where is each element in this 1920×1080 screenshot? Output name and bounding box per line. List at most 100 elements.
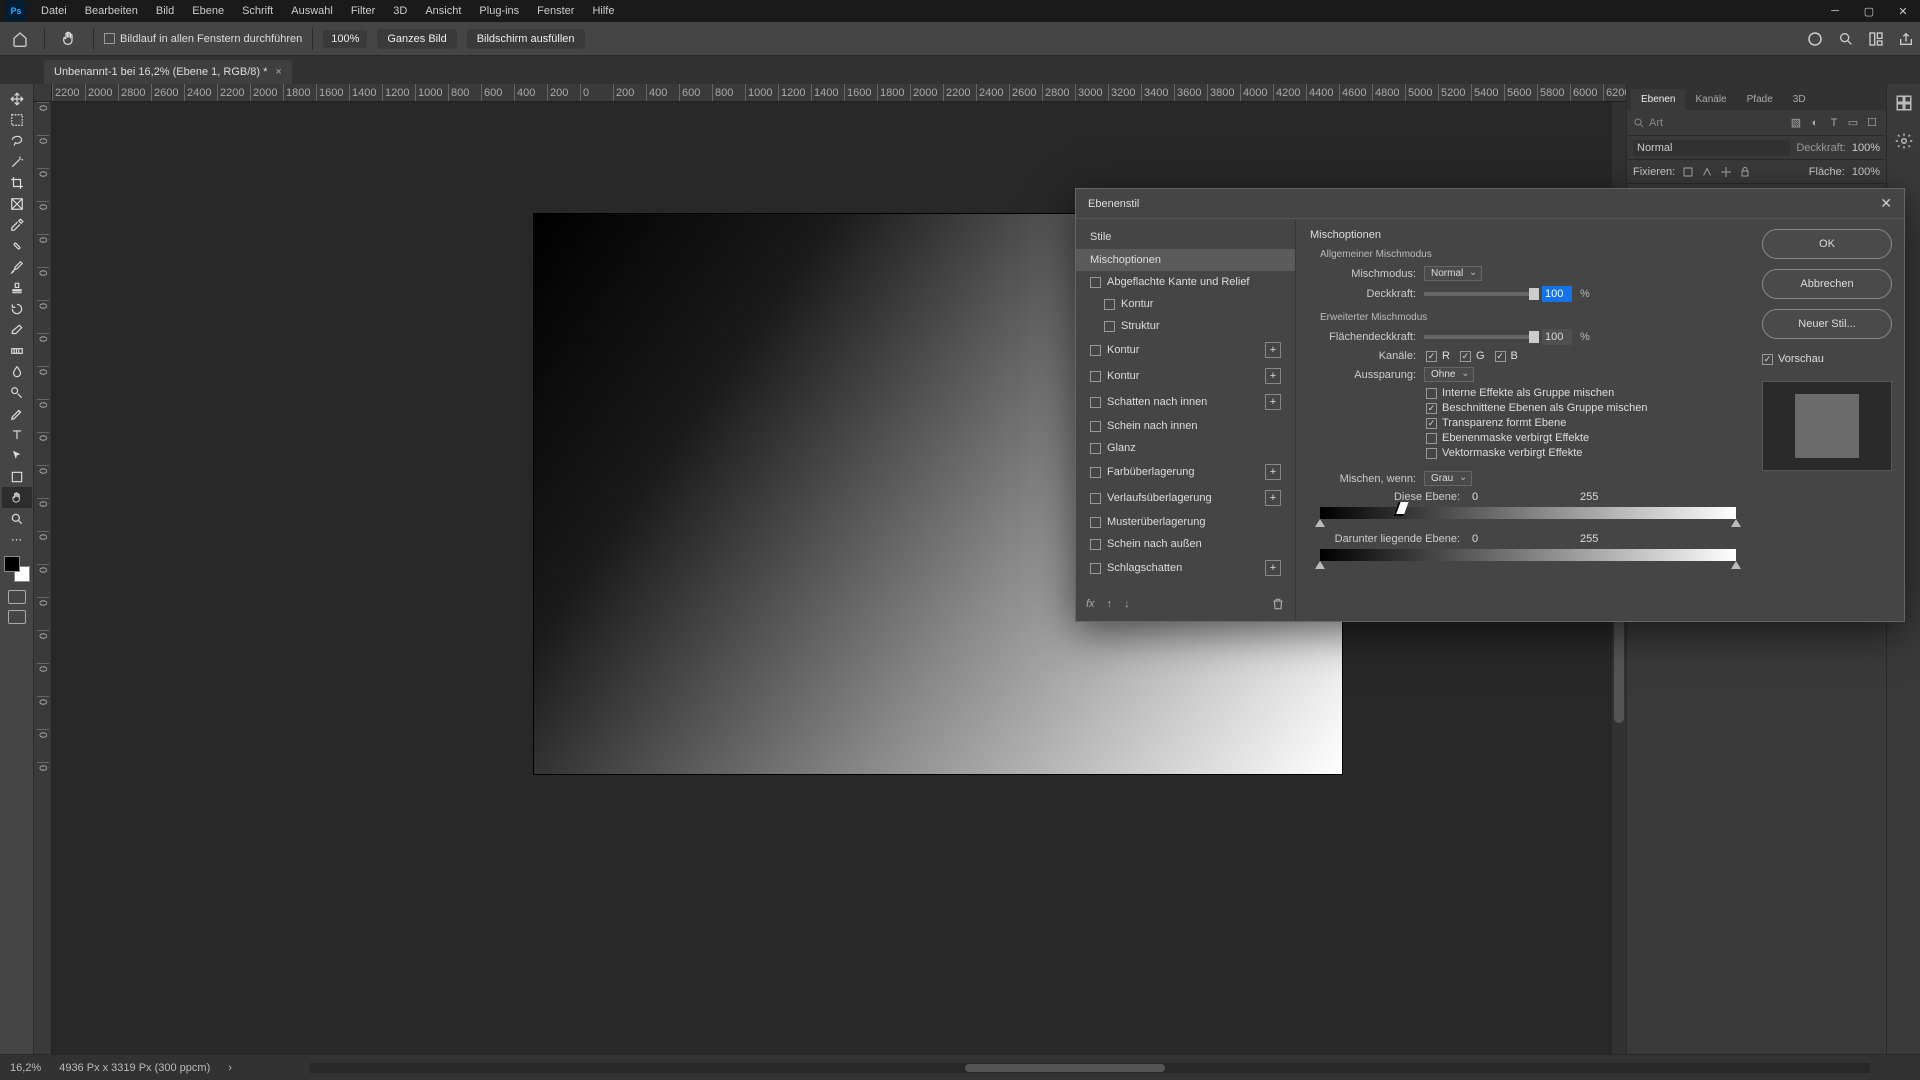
window-close-icon[interactable]: ✕	[1886, 0, 1920, 22]
style-item-struktur[interactable]: Struktur	[1076, 315, 1295, 337]
dialog-close-icon[interactable]: ✕	[1880, 195, 1892, 212]
share-icon[interactable]	[1898, 31, 1914, 47]
style-item-kontur2[interactable]: Kontur+	[1076, 337, 1295, 363]
style-item-gradoverlay[interactable]: Verlaufsüberlagerung+	[1076, 485, 1295, 511]
color-panel-icon[interactable]	[1893, 92, 1915, 114]
menu-bild[interactable]: Bild	[147, 1, 183, 21]
underlying-layer-slider[interactable]	[1320, 549, 1736, 561]
document-tab[interactable]: Unbenannt-1 bei 16,2% (Ebene 1, RGB/8) *…	[44, 60, 292, 84]
channel-b-checkbox[interactable]: B	[1495, 350, 1518, 362]
color-swatches[interactable]	[4, 556, 30, 582]
type-tool-icon[interactable]	[2, 424, 32, 445]
edit-toolbar-icon[interactable]: ⋯	[2, 529, 32, 550]
menu-ansicht[interactable]: Ansicht	[416, 1, 470, 21]
fx-icon[interactable]: fx	[1086, 598, 1095, 610]
ruler-vertical[interactable]: 000000000000000000000	[34, 102, 52, 1054]
style-item-dropshadow[interactable]: Schlagschatten+	[1076, 555, 1295, 581]
lock-transparent-icon[interactable]	[1682, 166, 1694, 178]
style-item-bevel[interactable]: Abgeflachte Kante und Relief	[1076, 271, 1295, 293]
hand-tool-icon[interactable]	[2, 487, 32, 508]
lasso-tool-icon[interactable]	[2, 130, 32, 151]
ruler-horizontal[interactable]: 2200200028002600240022002000180016001400…	[52, 84, 1626, 102]
scroll-all-windows-checkbox[interactable]: Bildlauf in allen Fenstern durchführen	[104, 33, 302, 45]
ok-button[interactable]: OK	[1762, 229, 1892, 259]
dodge-tool-icon[interactable]	[2, 382, 32, 403]
transparency-shapes-checkbox[interactable]: Transparenz formt Ebene	[1426, 417, 1736, 429]
channel-r-checkbox[interactable]: R	[1426, 350, 1450, 362]
brush-tool-icon[interactable]	[2, 256, 32, 277]
fill-screen-button[interactable]: Bildschirm ausfüllen	[467, 29, 585, 49]
marquee-tool-icon[interactable]	[2, 109, 32, 130]
style-item-kontur1[interactable]: Kontur	[1076, 293, 1295, 315]
shape-tool-icon[interactable]	[2, 466, 32, 487]
move-tool-icon[interactable]	[2, 88, 32, 109]
add-effect-icon[interactable]: +	[1265, 368, 1281, 384]
crop-tool-icon[interactable]	[2, 172, 32, 193]
eyedropper-tool-icon[interactable]	[2, 214, 32, 235]
ruler-origin[interactable]	[34, 84, 52, 102]
home-icon[interactable]	[6, 25, 34, 53]
search-icon[interactable]	[1838, 31, 1854, 47]
style-item-outerglow[interactable]: Schein nach außen	[1076, 533, 1295, 555]
style-item-innerglow[interactable]: Schein nach innen	[1076, 415, 1295, 437]
menu-schrift[interactable]: Schrift	[233, 1, 282, 21]
workspace-icon[interactable]	[1868, 31, 1884, 47]
menu-fenster[interactable]: Fenster	[528, 1, 583, 21]
tab-ebenen[interactable]: Ebenen	[1631, 89, 1685, 110]
tab-kanale[interactable]: Kanäle	[1685, 89, 1736, 110]
filter-smart-icon[interactable]: ☐	[1864, 115, 1880, 131]
preview-checkbox[interactable]: Vorschau	[1762, 353, 1824, 365]
cloud-icon[interactable]	[1806, 30, 1824, 48]
style-item-patoverlay[interactable]: Musterüberlagerung	[1076, 511, 1295, 533]
add-effect-icon[interactable]: +	[1265, 342, 1281, 358]
path-select-tool-icon[interactable]	[2, 445, 32, 466]
menu-bearbeiten[interactable]: Bearbeiten	[76, 1, 147, 21]
menu-plug-ins[interactable]: Plug-ins	[470, 1, 528, 21]
menu-auswahl[interactable]: Auswahl	[282, 1, 342, 21]
zoom-level[interactable]: 100%	[323, 30, 367, 48]
screenmode-icon[interactable]	[8, 610, 26, 624]
fill-value[interactable]: 100%	[1852, 166, 1880, 178]
lock-paint-icon[interactable]	[1701, 166, 1713, 178]
quickmask-icon[interactable]	[8, 590, 26, 604]
style-item-glanz[interactable]: Glanz	[1076, 437, 1295, 459]
this-layer-slider[interactable]	[1320, 507, 1736, 519]
status-zoom[interactable]: 16,2%	[10, 1062, 41, 1074]
status-chevron-icon[interactable]: ›	[228, 1062, 232, 1074]
add-effect-icon[interactable]: +	[1265, 394, 1281, 410]
knockout-select[interactable]: Ohne	[1424, 367, 1474, 382]
stamp-tool-icon[interactable]	[2, 277, 32, 298]
lock-all-icon[interactable]	[1739, 166, 1751, 178]
filter-shape-icon[interactable]: ▭	[1845, 115, 1861, 131]
style-down-icon[interactable]: ↓	[1124, 598, 1130, 610]
style-item-mischoptionen[interactable]: Mischoptionen	[1076, 249, 1295, 271]
filter-pixel-icon[interactable]: ▧	[1788, 115, 1804, 131]
menu-3d[interactable]: 3D	[384, 1, 416, 21]
new-style-button[interactable]: Neuer Stil...	[1762, 309, 1892, 339]
zoom-tool-icon[interactable]	[2, 508, 32, 529]
gradient-tool-icon[interactable]	[2, 340, 32, 361]
opacity-slider[interactable]	[1424, 292, 1534, 296]
healing-tool-icon[interactable]	[2, 235, 32, 256]
blend-interior-checkbox[interactable]: Interne Effekte als Gruppe mischen	[1426, 387, 1736, 399]
menu-hilfe[interactable]: Hilfe	[583, 1, 623, 21]
frame-tool-icon[interactable]	[2, 193, 32, 214]
cancel-button[interactable]: Abbrechen	[1762, 269, 1892, 299]
filter-adjust-icon[interactable]: ◐	[1807, 115, 1823, 131]
add-effect-icon[interactable]: +	[1265, 560, 1281, 576]
lock-move-icon[interactable]	[1720, 166, 1732, 178]
close-tab-icon[interactable]: ×	[275, 66, 281, 78]
add-effect-icon[interactable]: +	[1265, 464, 1281, 480]
channel-g-checkbox[interactable]: G	[1460, 350, 1485, 362]
blend-if-select[interactable]: Grau	[1424, 471, 1472, 486]
wand-tool-icon[interactable]	[2, 151, 32, 172]
menu-datei[interactable]: Datei	[32, 1, 76, 21]
add-effect-icon[interactable]: +	[1265, 490, 1281, 506]
blend-mode-select[interactable]: Normal	[1424, 266, 1482, 281]
eraser-tool-icon[interactable]	[2, 319, 32, 340]
tab-3d[interactable]: 3D	[1783, 89, 1816, 110]
history-brush-icon[interactable]	[2, 298, 32, 319]
status-doc-info[interactable]: 4936 Px x 3319 Px (300 ppcm)	[59, 1062, 210, 1074]
fill-opacity-slider[interactable]	[1424, 335, 1534, 339]
style-item-kontur3[interactable]: Kontur+	[1076, 363, 1295, 389]
